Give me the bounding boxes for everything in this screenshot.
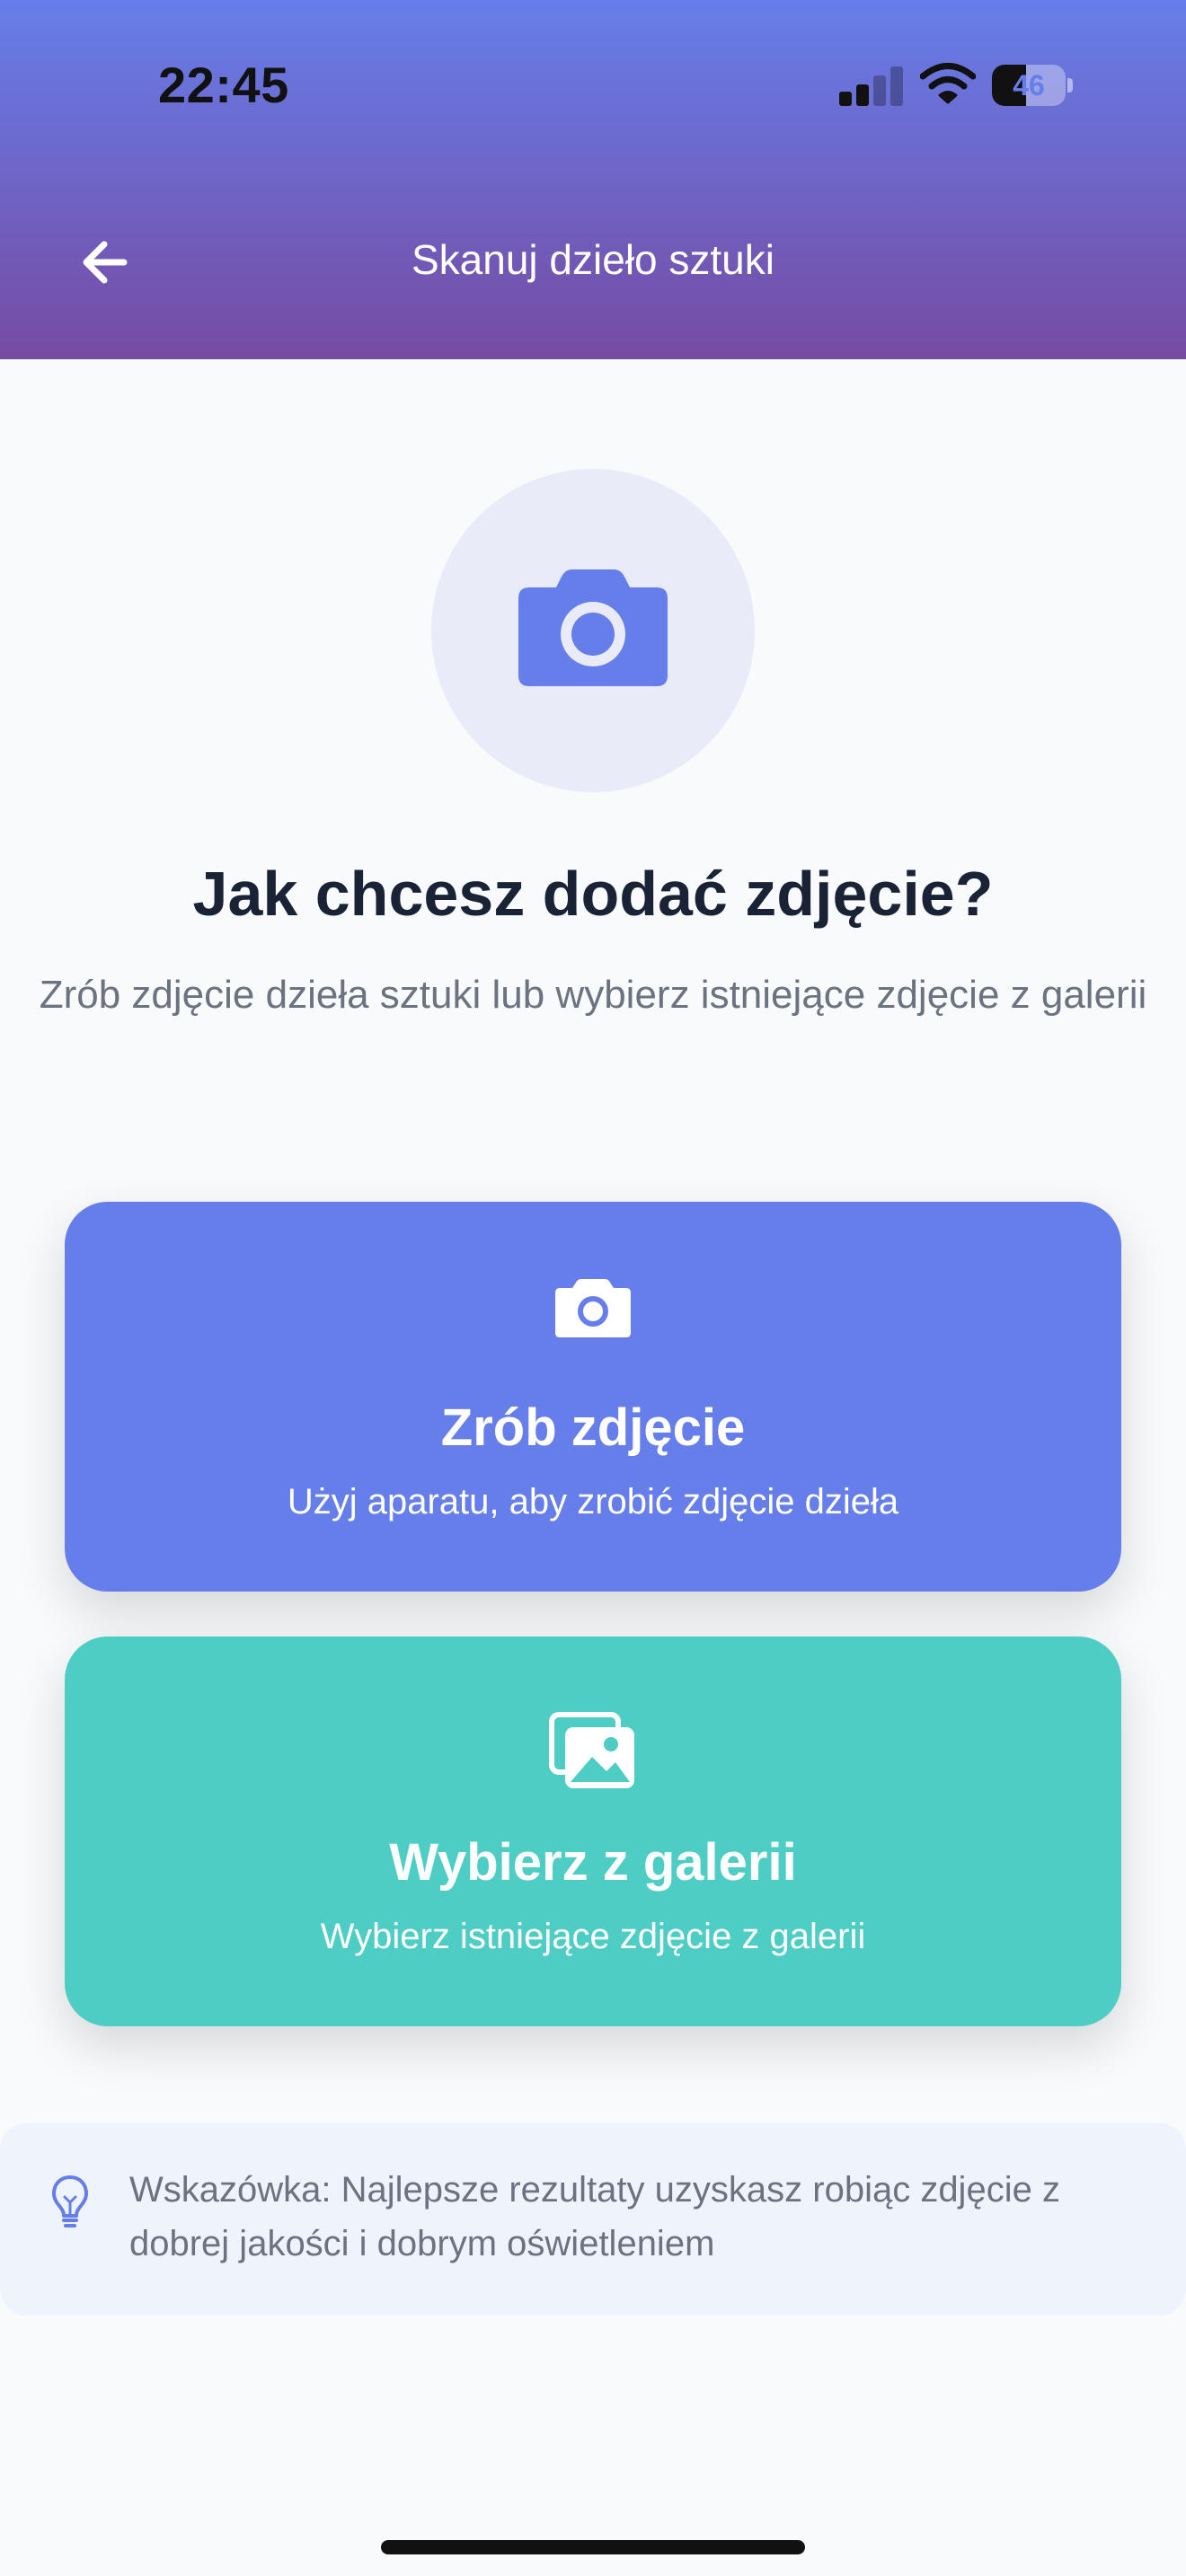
main-heading: Jak chcesz dodać zdjęcie?	[192, 859, 994, 929]
choose-from-gallery-title: Wybierz z galerii	[389, 1833, 797, 1892]
choose-from-gallery-description: Wybierz istniejące zdjęcie z galerii	[320, 1917, 866, 1956]
battery-percentage: 46	[1013, 69, 1045, 101]
choose-from-gallery-button[interactable]: Wybierz z galerii Wybierz istniejące zdj…	[65, 1636, 1121, 2026]
camera-icon	[555, 1279, 631, 1337]
app-header: 22:45 46 Skanuj dzieło sztuki	[0, 0, 1186, 359]
camera-icon	[518, 569, 668, 686]
status-bar-time: 22:45	[158, 57, 289, 113]
home-indicator[interactable]	[381, 2540, 805, 2554]
take-photo-title: Zrób zdjęcie	[440, 1398, 746, 1457]
tip-box: Wskazówka: Najlepsze rezultaty uzyskasz …	[0, 2123, 1186, 2316]
take-photo-description: Użyj aparatu, aby zrobić zdjęcie dzieła	[287, 1482, 899, 1522]
wifi-icon	[919, 63, 977, 104]
page-title: Skanuj dzieło sztuki	[412, 236, 774, 283]
hero-icon-circle	[431, 469, 755, 792]
cellular-signal-icon	[839, 66, 903, 106]
battery-indicator: 46	[992, 65, 1073, 106]
tip-text: Wskazówka: Najlepsze rezultaty uzyskasz …	[129, 2170, 1060, 2263]
lightbulb-icon	[50, 2174, 90, 2234]
images-icon	[549, 1712, 634, 1788]
take-photo-button[interactable]: Zrób zdjęcie Użyj aparatu, aby zrobić zd…	[65, 1202, 1121, 1592]
main-subtitle: Zrób zdjęcie dzieła sztuki lub wybierz i…	[39, 973, 1147, 1017]
